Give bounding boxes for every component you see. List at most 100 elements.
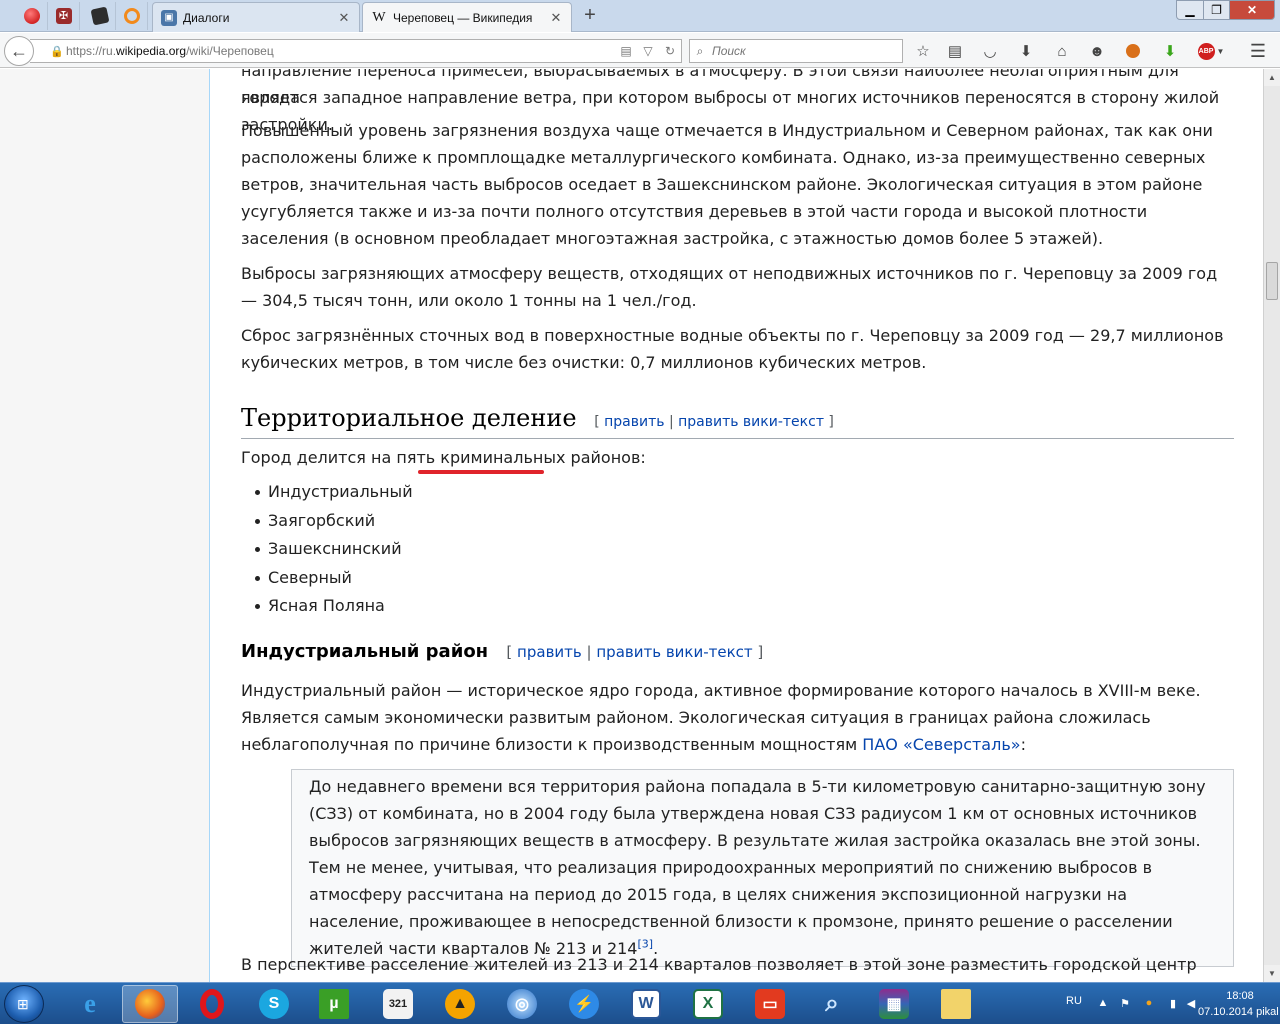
punctuation: : [1020, 735, 1026, 754]
edit-link[interactable]: править [604, 414, 664, 430]
close-icon[interactable]: ✕ [549, 10, 563, 26]
text-after: районов: [570, 448, 646, 467]
home-icon[interactable]: ⌂ [1052, 41, 1072, 61]
maximize-button[interactable]: ❐ [1203, 0, 1230, 20]
close-window-button[interactable]: ✕ [1229, 0, 1275, 20]
paragraph-industrial: Индустриальный район — историческое ядро… [241, 677, 1234, 758]
back-arrow-icon: ← [10, 40, 28, 61]
clock-time[interactable]: 18:08 [1210, 990, 1270, 1002]
tab-dialogs[interactable]: ▣ Диалоги ✕ [152, 2, 360, 32]
districts-list: Индустриальный Заягорбский Зашекснинский… [251, 478, 413, 621]
media-player-icon: 321 [383, 989, 413, 1019]
scrollbar-thumb[interactable] [1266, 262, 1278, 300]
menu-icon[interactable]: ☰ [1248, 41, 1268, 61]
close-icon: ✕ [1246, 3, 1258, 17]
new-tab-button[interactable]: + [580, 4, 600, 26]
taskbar-skype[interactable]: S [246, 985, 302, 1023]
taskbar-network-monitor[interactable]: ◎ [494, 985, 550, 1023]
network-globe-icon: ◎ [507, 989, 537, 1019]
list-item: Индустриальный [255, 478, 413, 507]
edit-link[interactable]: править [517, 643, 582, 661]
edit-wikitext-link[interactable]: править вики-текст [596, 643, 752, 661]
reference-link[interactable]: [3] [637, 938, 653, 951]
utorrent-icon: µ [319, 989, 349, 1019]
edit-wikitext-link[interactable]: править вики-текст [678, 414, 824, 430]
download-icon[interactable]: ⬇ [1016, 41, 1036, 61]
taskbar-file-explorer[interactable] [928, 985, 984, 1023]
folder-icon [941, 989, 971, 1019]
flag-icon[interactable]: ⚑ [1118, 997, 1132, 1011]
book-icon [90, 6, 109, 26]
tab-title: Череповец — Википедия [393, 10, 533, 25]
reload-icon[interactable]: ↻ [659, 44, 681, 58]
start-button[interactable]: ⊞ [4, 985, 44, 1023]
back-button[interactable]: ← [4, 36, 34, 66]
orange-ring-icon [123, 8, 140, 24]
close-icon[interactable]: ✕ [337, 10, 351, 26]
aimp-tray-icon[interactable]: ● [1142, 997, 1156, 1011]
network-icon[interactable]: ▮ [1166, 997, 1180, 1011]
article-content: направление переноса примесей, выбрасыва… [211, 69, 1263, 982]
highlighted-word: криминальных [440, 448, 566, 467]
taskbar-firefox[interactable] [122, 985, 178, 1023]
taskbar-word[interactable]: W [618, 985, 674, 1023]
bookmark-star-icon[interactable]: ☆ [913, 41, 933, 61]
vertical-scrollbar[interactable]: ▲ ▼ [1263, 69, 1280, 982]
list-item: Заягорбский [255, 507, 413, 536]
pocket-icon[interactable]: ◡ [980, 41, 1000, 61]
language-indicator[interactable]: RU [1066, 995, 1082, 1007]
taskbar-utorrent[interactable]: µ [306, 985, 362, 1023]
reader-view-icon[interactable]: ▤ [615, 44, 637, 58]
chat-icon[interactable]: ☻ [1087, 41, 1107, 61]
extension-orange-icon[interactable] [1123, 41, 1143, 61]
taskbar-opera[interactable] [184, 985, 240, 1023]
pinned-tab-emblem[interactable]: ✠ [48, 2, 80, 30]
search-bar[interactable]: ⌕ [689, 39, 903, 63]
volume-icon[interactable]: ◀ [1184, 997, 1198, 1011]
search-input[interactable] [710, 43, 890, 59]
word-icon: W [631, 989, 661, 1019]
taskbar-excel[interactable]: X [680, 985, 736, 1023]
scroll-down-icon[interactable]: ▼ [1264, 965, 1280, 982]
taskbar-media-player[interactable]: 321 [370, 985, 426, 1023]
section-heading-territorial: Территориальное деление [ править | прав… [241, 402, 1234, 439]
excel-icon: X [693, 989, 723, 1019]
system-tray: RU ▲ ⚑ ● ▮ ◀ 18:08 07.10.2014 pikabu.ru [1060, 983, 1280, 1025]
pdf-icon: ▭ [755, 989, 785, 1019]
url-host: wikipedia.org [116, 44, 187, 58]
list-item: Зашекснинский [255, 535, 413, 564]
taskbar-winrar[interactable]: ▦ [866, 985, 922, 1023]
tab-strip: ✠ ▣ Диалоги ✕ W Череповец — Википедия ✕ … [0, 0, 1280, 32]
clock-date[interactable]: 07.10.2014 pikabu.ru [1198, 1006, 1278, 1018]
taskbar-live-writer[interactable]: ⚡ [556, 985, 612, 1023]
separator: | [586, 643, 592, 661]
dropdown-arrow-icon[interactable]: ▽ [637, 44, 659, 58]
taskbar-adobe-reader[interactable]: ▭ [742, 985, 798, 1023]
pinned-tab-red[interactable] [16, 2, 48, 30]
green-download-icon[interactable]: ⬇ [1160, 41, 1180, 61]
text-before: Город делится на пять [241, 448, 436, 467]
adblock-button[interactable]: ABP ▼ [1196, 41, 1226, 61]
winrar-icon: ▦ [879, 989, 909, 1019]
pinned-tab-orange[interactable] [116, 2, 148, 30]
heading-text: Территориальное деление [241, 404, 577, 432]
chevron-down-icon: ▼ [1216, 46, 1225, 56]
scroll-up-icon[interactable]: ▲ [1264, 69, 1280, 86]
tab-wikipedia[interactable]: W Череповец — Википедия ✕ [362, 2, 572, 32]
tab-title: Диалоги [183, 10, 230, 25]
list-item: Ясная Поляна [255, 592, 413, 621]
taskbar-internet-explorer[interactable]: e [62, 985, 118, 1023]
aimp-icon: ▲ [445, 989, 475, 1019]
paragraph-pollution: Повышенный уровень загрязнения воздуха ч… [241, 121, 1213, 248]
url-bar[interactable]: 🔒 https://ru. wikipedia.org/wiki/Черепове… [30, 39, 682, 63]
minimize-button[interactable]: ▁ [1176, 0, 1204, 20]
taskbar-aimp[interactable]: ▲ [432, 985, 488, 1023]
show-hidden-icons-icon[interactable]: ▲ [1096, 997, 1110, 1011]
severstal-link[interactable]: ПАО «Северсталь» [862, 735, 1020, 754]
bookmarks-list-icon[interactable]: ▤ [945, 41, 965, 61]
wiki-sidebar [0, 69, 210, 982]
opera-icon [200, 989, 224, 1019]
url-path: /wiki/Череповец [186, 44, 274, 58]
pinned-tab-book[interactable] [84, 2, 116, 30]
taskbar-search-utility[interactable]: ⌕ [804, 985, 860, 1023]
